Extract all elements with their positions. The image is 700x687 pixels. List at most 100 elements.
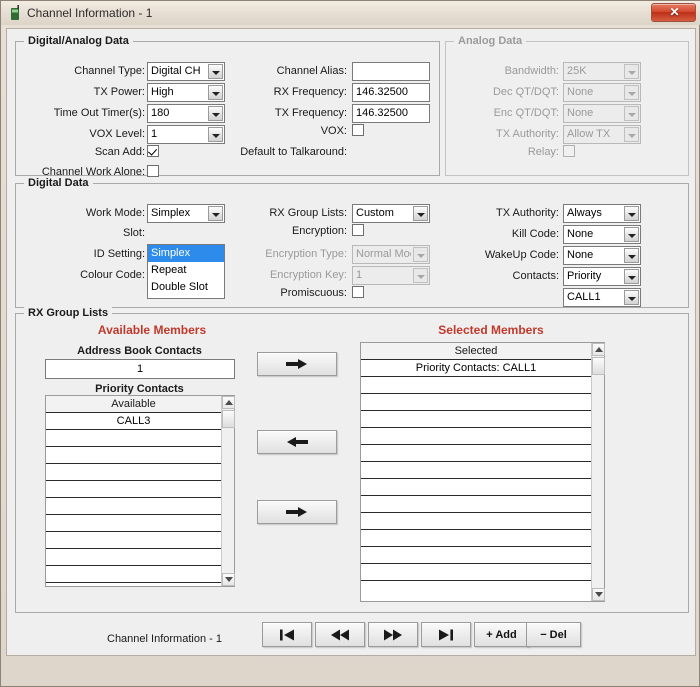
selected-list-row[interactable] [361, 411, 591, 428]
time-out-timer-value: 180 [151, 107, 170, 119]
scan-add-checkbox[interactable] [147, 145, 159, 157]
available-list-row[interactable] [46, 464, 221, 481]
available-listbox[interactable]: Available CALL3 [45, 395, 235, 587]
wakeup-code-combo[interactable]: None [563, 246, 641, 265]
chevron-down-icon[interactable] [624, 269, 639, 284]
digital-tx-authority-value: Always [567, 207, 602, 219]
digital-tx-authority-combo[interactable]: Always [563, 204, 641, 223]
chevron-down-icon[interactable] [208, 64, 223, 79]
available-list-rows[interactable]: CALL3 [46, 413, 221, 586]
next-record-button[interactable] [368, 622, 418, 647]
add-record-label: + Add [486, 628, 517, 641]
chevron-down-icon[interactable] [413, 206, 428, 221]
selected-list-scrollbar[interactable] [591, 343, 605, 601]
channel-type-combo[interactable]: Digital CH [147, 62, 225, 81]
available-list-scrollbar[interactable] [221, 396, 235, 586]
selected-list-row[interactable] [361, 479, 591, 496]
contacts-call-value: CALL1 [567, 291, 601, 303]
encryption-type-value: Normal Moc [356, 248, 411, 260]
kill-code-combo[interactable]: None [563, 225, 641, 244]
vox-checkbox[interactable] [352, 124, 364, 136]
selected-list-row[interactable] [361, 462, 591, 479]
contacts-combo[interactable]: Priority [563, 267, 641, 286]
channel-work-alone-checkbox[interactable] [147, 165, 159, 177]
slot-label: Slot: [122, 227, 145, 239]
selected-list-row[interactable] [361, 496, 591, 513]
tx-power-combo[interactable]: High [147, 83, 225, 102]
add-all-to-selected-button[interactable] [257, 500, 337, 524]
chevron-down-icon[interactable] [208, 127, 223, 142]
chevron-down-icon[interactable] [208, 85, 223, 100]
previous-record-button[interactable] [315, 622, 365, 647]
selected-listbox[interactable]: Selected Priority Contacts: CALL1 [360, 342, 605, 602]
address-book-contacts-input[interactable]: 1 [45, 359, 235, 379]
chevron-down-icon [624, 127, 639, 142]
id-setting-label: ID Setting: [93, 248, 145, 260]
selected-list-row[interactable] [361, 564, 591, 581]
selected-list-row[interactable] [361, 428, 591, 445]
remove-from-selected-button[interactable] [257, 430, 337, 454]
arrow-right-icon [286, 359, 307, 369]
available-list-row[interactable] [46, 430, 221, 447]
close-button[interactable]: ✕ [651, 3, 696, 22]
digital-tx-authority-label: TX Authority: [496, 207, 559, 219]
delete-record-button[interactable]: − Del [526, 622, 581, 647]
chevron-down-icon[interactable] [624, 227, 639, 242]
vox-level-combo[interactable]: 1 [147, 125, 225, 144]
selected-list-row[interactable]: Priority Contacts: CALL1 [361, 360, 591, 377]
work-mode-option-simplex[interactable]: Simplex [148, 245, 224, 262]
vox-label: VOX: [320, 125, 347, 137]
available-list-row[interactable] [46, 481, 221, 498]
available-list-row[interactable] [46, 549, 221, 566]
add-to-selected-button[interactable] [257, 352, 337, 376]
available-list-row[interactable] [46, 583, 221, 586]
available-list-row[interactable] [46, 532, 221, 549]
tx-frequency-input[interactable]: 146.32500 [352, 104, 430, 123]
work-mode-option-repeat[interactable]: Repeat [148, 262, 224, 279]
rx-frequency-input[interactable]: 146.32500 [352, 83, 430, 102]
work-mode-combo[interactable]: Simplex [147, 204, 225, 223]
chevron-down-icon[interactable] [624, 290, 639, 305]
available-list-row[interactable] [46, 498, 221, 515]
kill-code-label: Kill Code: [511, 228, 559, 240]
selected-list-row[interactable] [361, 445, 591, 462]
address-book-contacts-value: 1 [136, 363, 144, 375]
selected-list-row[interactable] [361, 513, 591, 530]
selected-list-row[interactable] [361, 530, 591, 547]
available-list-row[interactable] [46, 447, 221, 464]
contacts-label: Contacts: [512, 270, 559, 282]
chevron-down-icon[interactable] [624, 206, 639, 221]
rx-group-lists-combo[interactable]: Custom [352, 204, 430, 223]
scrollbar-thumb[interactable] [592, 357, 605, 375]
encryption-checkbox[interactable] [352, 224, 364, 236]
time-out-timer-combo[interactable]: 180 [147, 104, 225, 123]
scroll-down-icon[interactable] [222, 573, 235, 586]
work-mode-option-double-slot[interactable]: Double Slot [148, 279, 224, 296]
bandwidth-label: Bandwidth: [504, 65, 559, 77]
first-record-button[interactable] [262, 622, 312, 647]
available-list-row[interactable]: CALL3 [46, 413, 221, 430]
selected-list-row[interactable] [361, 377, 591, 394]
work-mode-label: Work Mode: [85, 207, 145, 219]
available-list-row[interactable] [46, 515, 221, 532]
selected-list-header: Selected [361, 343, 591, 360]
kill-code-value: None [567, 228, 594, 240]
chevron-down-icon [413, 268, 428, 283]
scroll-down-icon[interactable] [592, 588, 605, 601]
selected-list-row[interactable] [361, 394, 591, 411]
chevron-down-icon[interactable] [208, 106, 223, 121]
chevron-down-icon[interactable] [624, 248, 639, 263]
contacts-call-combo[interactable]: CALL1 [563, 288, 641, 307]
channel-alias-input[interactable] [352, 62, 430, 81]
available-list-row[interactable] [46, 566, 221, 583]
selected-list-rows[interactable]: Priority Contacts: CALL1 [361, 360, 591, 601]
selected-list-row[interactable] [361, 547, 591, 564]
promiscuous-checkbox[interactable] [352, 286, 364, 298]
scrollbar-thumb[interactable] [222, 410, 235, 428]
chevron-down-icon[interactable] [208, 206, 223, 221]
work-mode-dropdown-list[interactable]: Simplex Repeat Double Slot [147, 244, 225, 299]
scroll-up-icon[interactable] [222, 396, 235, 409]
add-record-button[interactable]: + Add [474, 622, 529, 647]
last-record-button[interactable] [421, 622, 471, 647]
scroll-up-icon[interactable] [592, 343, 605, 356]
